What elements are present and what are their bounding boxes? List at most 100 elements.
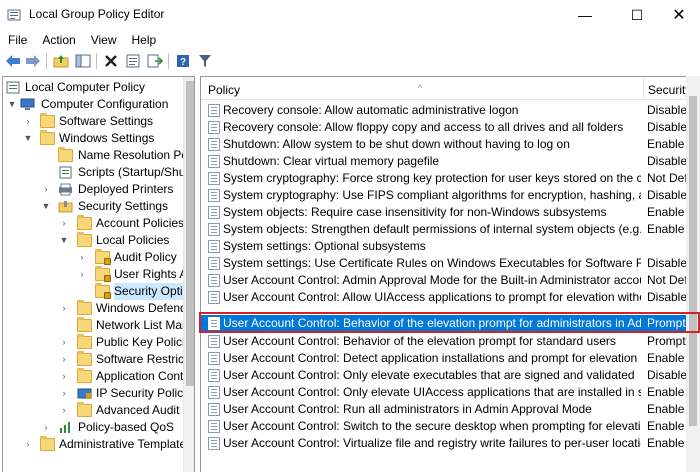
policy-row[interactable]: User Account Control: Detect application… bbox=[201, 350, 689, 367]
policy-row[interactable]: User Account Control: Only elevate execu… bbox=[201, 367, 689, 384]
collapsed-arrow-icon[interactable]: › bbox=[59, 215, 69, 232]
tree-item-scripts[interactable]: Scripts (Startup/Shut bbox=[3, 164, 189, 181]
column-header-label: Security bbox=[648, 83, 692, 97]
policy-row[interactable]: System cryptography: Use FIPS compliant … bbox=[201, 187, 689, 204]
policy-row[interactable]: User Account Control: Behavior of the el… bbox=[201, 333, 689, 350]
policy-list[interactable]: ^ Policy Security Recovery console: Allo… bbox=[200, 76, 700, 472]
delete-button[interactable] bbox=[102, 52, 120, 70]
tree-item-label: Administrative Template bbox=[59, 437, 187, 451]
collapsed-arrow-icon[interactable]: › bbox=[59, 351, 69, 368]
tree-item-security-options[interactable]: Security Optic bbox=[3, 283, 189, 300]
back-button[interactable] bbox=[4, 52, 22, 70]
collapsed-arrow-icon[interactable]: › bbox=[41, 419, 51, 436]
expanded-arrow-icon[interactable]: ▼ bbox=[59, 232, 69, 249]
tree-item-application-control[interactable]: › Application Cont bbox=[3, 368, 183, 385]
title-bar: Local Group Policy Editor — ☐ ✕ bbox=[0, 0, 700, 30]
policy-row[interactable]: Shutdown: Clear virtual memory pagefile D… bbox=[201, 153, 689, 170]
tree-item-software-restriction[interactable]: › Software Restricti bbox=[3, 351, 190, 368]
up-folder-button[interactable] bbox=[52, 52, 70, 70]
menu-file[interactable]: File bbox=[0, 30, 34, 50]
tree-item-audit-policy[interactable]: › Audit Policy bbox=[3, 249, 183, 266]
policy-row[interactable]: Recovery console: Allow automatic admini… bbox=[201, 102, 689, 119]
policy-row[interactable]: System settings: Optional subsystems bbox=[201, 238, 689, 255]
tree-item-name-resolution-policy[interactable]: Name Resolution Pol bbox=[3, 147, 191, 164]
tree-item-local-policies[interactable]: ▼ Local Policies bbox=[3, 232, 183, 249]
policy-icon bbox=[208, 138, 220, 151]
policy-name: System settings: Use Certificate Rules o… bbox=[223, 256, 641, 270]
tree-item-account-policies[interactable]: › Account Policies bbox=[3, 215, 184, 232]
expanded-arrow-icon[interactable]: ▼ bbox=[41, 198, 51, 215]
window-title: Local Group Policy Editor bbox=[29, 7, 165, 21]
tree-item-software-settings[interactable]: › Software Settings bbox=[3, 113, 183, 130]
policy-row[interactable]: System objects: Strengthen default permi… bbox=[201, 221, 689, 238]
tree-item-ip-security-policies[interactable]: › IP Security Policie bbox=[3, 385, 193, 402]
policy-row[interactable]: User Account Control: Only elevate UIAcc… bbox=[201, 384, 689, 401]
svg-text:?: ? bbox=[180, 57, 186, 68]
collapsed-arrow-icon[interactable]: › bbox=[23, 113, 33, 130]
properties-button[interactable] bbox=[124, 52, 142, 70]
tree-item-policy-based-qos[interactable]: › Policy-based QoS bbox=[3, 419, 183, 436]
column-header-policy[interactable]: ^ Policy bbox=[201, 77, 642, 100]
help-icon: ? bbox=[177, 55, 189, 68]
console-tree[interactable]: Local Computer Policy ▼ Computer Configu… bbox=[2, 76, 195, 472]
policy-row[interactable]: System objects: Require case insensitivi… bbox=[201, 204, 689, 221]
tree-scrollbar[interactable] bbox=[183, 77, 194, 472]
maximize-button[interactable]: ☐ bbox=[614, 0, 660, 30]
collapsed-arrow-icon[interactable]: › bbox=[59, 402, 69, 419]
tree-item-computer-configuration[interactable]: ▼ Computer Configuration bbox=[3, 96, 183, 113]
collapsed-arrow-icon[interactable]: › bbox=[59, 368, 69, 385]
policy-row[interactable]: Shutdown: Allow system to be shut down w… bbox=[201, 136, 689, 153]
collapsed-arrow-icon[interactable]: › bbox=[59, 300, 69, 317]
policy-icon bbox=[208, 104, 220, 117]
export-list-button[interactable] bbox=[146, 52, 164, 70]
expanded-arrow-icon[interactable]: ▼ bbox=[23, 130, 33, 147]
menu-help[interactable]: Help bbox=[124, 30, 164, 50]
tree-item-windows-defender[interactable]: › Windows Defend bbox=[3, 300, 187, 317]
tree-item-network-list-manager[interactable]: Network List Mar bbox=[3, 317, 186, 334]
policy-setting: Disable bbox=[647, 188, 688, 202]
collapsed-arrow-icon[interactable]: › bbox=[59, 334, 69, 351]
menu-view[interactable]: View bbox=[83, 30, 124, 50]
tree-item-advanced-audit[interactable]: › Advanced Audit F bbox=[3, 402, 190, 419]
policy-row[interactable]: User Account Control: Run all administra… bbox=[201, 401, 689, 418]
tree-item-label: Windows Settings bbox=[59, 131, 155, 145]
tree-item-deployed-printers[interactable]: › Deployed Printers bbox=[3, 181, 183, 198]
collapsed-arrow-icon[interactable]: › bbox=[41, 181, 51, 198]
policy-row[interactable]: User Account Control: Allow UIAccess app… bbox=[201, 289, 689, 306]
tree-item-label: Public Key Policie bbox=[96, 335, 192, 349]
folder-icon bbox=[40, 436, 55, 451]
tree-scrollbar-thumb[interactable] bbox=[186, 81, 194, 386]
collapsed-arrow-icon[interactable]: › bbox=[59, 385, 69, 402]
tree-item-user-rights-assignment[interactable]: › User Rights As bbox=[3, 266, 193, 283]
collapsed-arrow-icon[interactable]: › bbox=[77, 249, 87, 266]
policy-row[interactable]: User Account Control: Admin Approval Mod… bbox=[201, 272, 689, 289]
policy-row[interactable]: System cryptography: Force strong key pr… bbox=[201, 170, 689, 187]
policy-row-selected[interactable]: User Account Control: Behavior of the el… bbox=[201, 315, 689, 332]
expanded-arrow-icon[interactable]: ▼ bbox=[7, 96, 17, 113]
policy-row[interactable]: Recovery console: Allow floppy copy and … bbox=[201, 119, 689, 136]
menu-action[interactable]: Action bbox=[34, 30, 82, 50]
policy-setting: Disable bbox=[647, 120, 688, 134]
show-hide-tree-button[interactable] bbox=[74, 52, 92, 70]
collapsed-arrow-icon[interactable]: › bbox=[77, 266, 87, 283]
help-button[interactable]: ? bbox=[174, 52, 192, 70]
tree-item-security-settings[interactable]: ▼ Security Settings bbox=[3, 198, 183, 215]
policy-row[interactable]: User Account Control: Switch to the secu… bbox=[201, 418, 689, 435]
filter-button[interactable] bbox=[196, 52, 214, 70]
minimize-button[interactable]: — bbox=[562, 0, 608, 30]
tree-item-local-computer-policy[interactable]: Local Computer Policy bbox=[3, 79, 183, 96]
tree-item-label: Computer Configuration bbox=[41, 97, 169, 111]
tree-item-public-key-policies[interactable]: › Public Key Policie bbox=[3, 334, 191, 351]
forward-button[interactable] bbox=[24, 52, 42, 70]
policy-name: User Account Control: Behavior of the el… bbox=[223, 334, 616, 348]
list-scrollbar-thumb[interactable] bbox=[689, 96, 697, 426]
policy-icon bbox=[208, 369, 220, 382]
close-button[interactable]: ✕ bbox=[658, 0, 700, 30]
list-scrollbar[interactable] bbox=[686, 76, 700, 472]
tree-item-windows-settings[interactable]: ▼ Windows Settings bbox=[3, 130, 183, 147]
collapsed-arrow-icon[interactable]: › bbox=[23, 436, 33, 453]
policy-setting: Enable bbox=[647, 205, 685, 219]
tree-item-administrative-templates[interactable]: › Administrative Template bbox=[3, 436, 187, 453]
policy-row[interactable]: System settings: Use Certificate Rules o… bbox=[201, 255, 689, 272]
policy-row[interactable]: User Account Control: Virtualize file an… bbox=[201, 435, 689, 452]
